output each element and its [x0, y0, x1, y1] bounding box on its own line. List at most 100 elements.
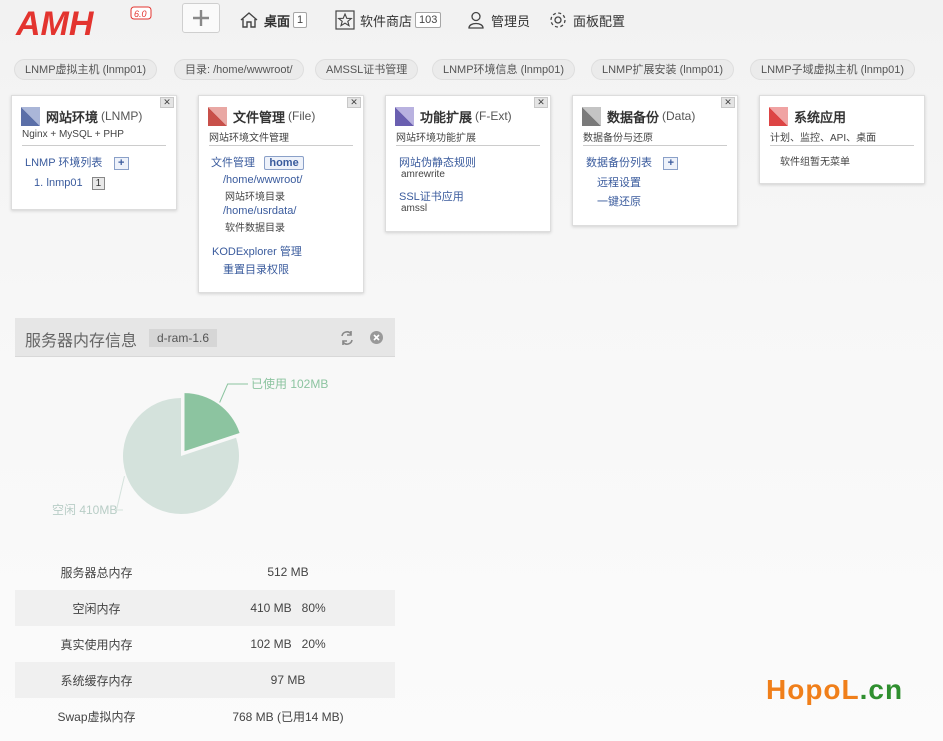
- star-icon: [334, 9, 356, 31]
- pie-label-used: 已使用 102MB: [251, 376, 328, 391]
- card-close-button[interactable]: ✕: [347, 97, 361, 108]
- lnmp-item-index: 1.: [34, 177, 44, 189]
- free-leader-line: [115, 475, 125, 511]
- one-click-restore-link[interactable]: 一键还原: [597, 193, 641, 209]
- divider: [22, 145, 166, 146]
- module-tag: d-ram-1.6: [149, 329, 218, 347]
- home-icon: [238, 9, 260, 31]
- card-title: 网站环境: [46, 109, 99, 125]
- wwwroot-path-link[interactable]: /home/wwwroot/: [223, 174, 302, 186]
- watermark: HopoL.cn: [766, 674, 903, 706]
- system-app-icon: [769, 106, 788, 126]
- card-close-button[interactable]: ✕: [160, 97, 174, 108]
- row-value: 410 MB 80%: [250, 601, 326, 615]
- nav-panel-settings[interactable]: 面板配置: [547, 8, 625, 32]
- row-label: Swap虚拟内存: [57, 709, 136, 724]
- remote-settings-link[interactable]: 远程设置: [597, 174, 641, 190]
- card-title: 文件管理: [233, 109, 286, 125]
- card-title-en: (File): [288, 109, 316, 123]
- card-title: 功能扩展: [420, 109, 473, 125]
- nav-admin-label: 管理员: [491, 13, 531, 29]
- used-leader-line: [219, 383, 248, 403]
- nav-software-store[interactable]: 软件商店 103: [334, 8, 442, 32]
- card-title-en: (Data): [662, 109, 696, 123]
- pie-label-free: 空闲 410MB: [52, 503, 117, 517]
- row-value: 97 MB: [270, 673, 306, 687]
- lnmp-env-list-link[interactable]: LNMP 环境列表: [25, 157, 102, 169]
- nav-store-label: 软件商店: [360, 13, 413, 29]
- store-count-badge: 103: [415, 12, 442, 28]
- nav-desktop-label: 桌面: [264, 13, 291, 29]
- card-subtitle: 计划、监控、API、桌面: [770, 133, 877, 144]
- quicklink-lnmp-info[interactable]: LNMP环境信息 (lnmp01): [432, 59, 576, 80]
- lnmp-item-count: 1: [91, 177, 105, 190]
- row-label: 系统缓存内存: [60, 673, 133, 688]
- logo-version: 6.0: [134, 9, 147, 19]
- kodexplorer-link[interactable]: KODExplorer 管理: [212, 243, 302, 259]
- close-icon[interactable]: [370, 331, 383, 344]
- card-subtitle: 网站环境功能扩展: [396, 133, 476, 144]
- file-app-icon: [208, 106, 227, 126]
- watermark-brand: HopoL: [766, 674, 860, 705]
- quicklink-amssl[interactable]: AMSSL证书管理: [315, 59, 419, 80]
- divider: [396, 145, 540, 146]
- top-bar: AMH 6.0 桌面 1 软件商店 103 管理员 面板配置: [0, 0, 943, 44]
- reset-permissions-link[interactable]: 重置目录权限: [223, 261, 289, 277]
- no-menu-text: 软件组暂无菜单: [780, 157, 850, 168]
- card-subtitle: 网站环境文件管理: [209, 133, 289, 144]
- logo-text: AMH: [15, 5, 95, 42]
- divider: [770, 145, 914, 146]
- backup-app-icon: [582, 106, 601, 126]
- lnmp-app-icon: [21, 106, 40, 126]
- row-label: 真实使用内存: [60, 637, 133, 652]
- row-label: 空闲内存: [72, 601, 121, 616]
- card-file-manager: ✕ 文件管理 (File) 网站环境文件管理 文件管理 home /home/w…: [198, 95, 364, 293]
- row-value: 512 MB: [267, 565, 309, 579]
- amrewrite-desc: amrewrite: [401, 169, 445, 180]
- card-title-en: (F-Ext): [475, 109, 512, 123]
- ssl-cert-link[interactable]: SSL证书应用: [399, 188, 464, 204]
- add-backup-button[interactable]: +: [663, 157, 679, 170]
- add-desktop-button[interactable]: [182, 3, 220, 33]
- table-row: 真实使用内存 102 MB 20%: [15, 626, 395, 662]
- card-close-button[interactable]: ✕: [721, 97, 735, 108]
- backup-list-link[interactable]: 数据备份列表: [586, 157, 652, 169]
- memory-panel-header: 服务器内存信息 d-ram-1.6: [15, 318, 395, 357]
- table-row: 服务器总内存 512 MB: [15, 554, 395, 590]
- memory-table: 服务器总内存 512 MB 空闲内存 410 MB 80% 真实使用内存 102…: [15, 554, 395, 734]
- card-title: 系统应用: [794, 109, 847, 125]
- quicklink-lnmp-vhost[interactable]: LNMP虚拟主机 (lnmp01): [14, 59, 158, 80]
- table-row: 空闲内存 410 MB 80%: [15, 590, 395, 626]
- refresh-icon[interactable]: [339, 330, 355, 346]
- desktop-count-badge: 1: [293, 12, 308, 28]
- card-data-backup: ✕ 数据备份 (Data) 数据备份与还原 数据备份列表 + 远程设置 一键还原: [572, 95, 738, 226]
- quicklink-directory[interactable]: 目录: /home/wwwroot/: [174, 59, 304, 80]
- row-label: 服务器总内存: [60, 565, 133, 580]
- quicklink-lnmp-ext[interactable]: LNMP扩展安装 (lnmp01): [591, 59, 735, 80]
- divider: [583, 145, 727, 146]
- rewrite-rules-link[interactable]: 网站伪静态规则: [399, 154, 476, 170]
- quicklink-lnmp-subdomain[interactable]: LNMP子域虚拟主机 (lnmp01): [750, 59, 916, 80]
- memory-panel-title: 服务器内存信息: [25, 333, 138, 350]
- extension-app-icon: [395, 106, 414, 126]
- file-manager-link[interactable]: 文件管理: [211, 157, 255, 169]
- divider: [209, 145, 353, 146]
- nav-desktop[interactable]: 桌面 1: [238, 8, 308, 32]
- home-button[interactable]: home: [264, 156, 304, 170]
- card-extensions: ✕ 功能扩展 (F-Ext) 网站环境功能扩展 网站伪静态规则 amrewrit…: [385, 95, 551, 232]
- add-lnmp-button[interactable]: +: [113, 157, 129, 170]
- card-title-en: (LNMP): [101, 109, 143, 123]
- watermark-domain: .cn: [859, 674, 904, 705]
- nav-admin[interactable]: 管理员: [465, 8, 530, 32]
- nav-settings-label: 面板配置: [573, 13, 626, 29]
- table-row: Swap虚拟内存 768 MB (已用14 MB): [15, 698, 395, 734]
- lnmp-item-link[interactable]: lnmp01: [47, 177, 83, 189]
- card-system-apps: 系统应用 计划、监控、API、桌面 软件组暂无菜单: [759, 95, 925, 184]
- table-row: 系统缓存内存 97 MB: [15, 662, 395, 698]
- card-close-button[interactable]: ✕: [534, 97, 548, 108]
- amh-logo[interactable]: AMH 6.0: [14, 2, 154, 42]
- card-title: 数据备份: [607, 109, 660, 125]
- user-icon: [465, 9, 487, 31]
- row-value: 768 MB (已用14 MB): [232, 709, 344, 724]
- usrdata-path-link[interactable]: /home/usrdata/: [223, 205, 296, 217]
